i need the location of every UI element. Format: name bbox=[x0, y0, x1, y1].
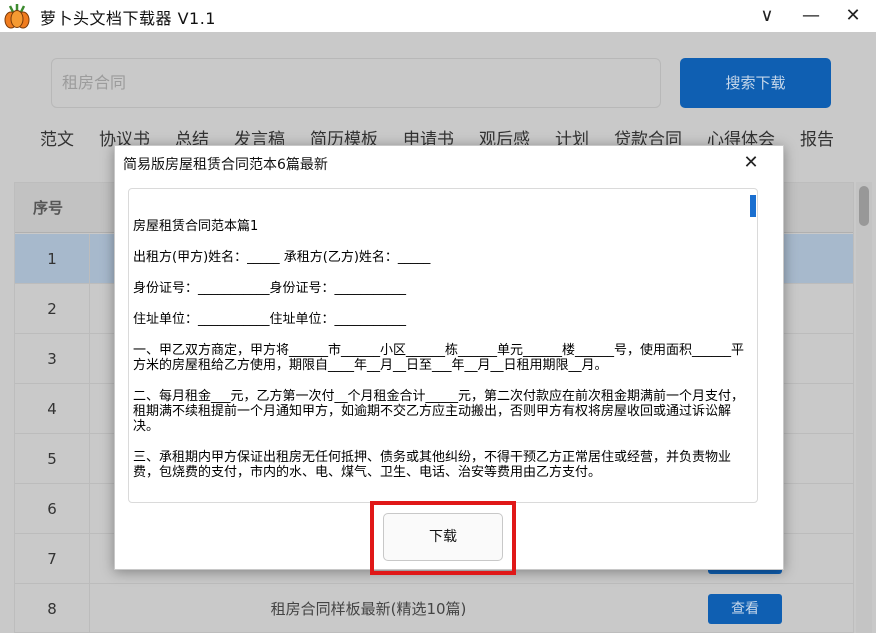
search-input[interactable]: 租房合同 bbox=[51, 58, 661, 108]
close-button[interactable]: ✕ bbox=[838, 3, 868, 29]
carrot-logo-icon bbox=[4, 4, 30, 29]
view-button[interactable]: 查看 bbox=[708, 594, 782, 624]
scrollbar-thumb[interactable] bbox=[859, 186, 869, 226]
row-number: 2 bbox=[15, 284, 90, 334]
dialog-close-button[interactable]: ✕ bbox=[737, 150, 765, 176]
search-download-button[interactable]: 搜索下载 bbox=[680, 58, 831, 108]
row-number: 1 bbox=[15, 234, 90, 284]
doc-paragraph: 三、承租期内甲方保证出租房无任何抵押、债务或其他纠纷，不得干预乙方正常居住或经营… bbox=[133, 450, 732, 480]
row-number: 5 bbox=[15, 434, 90, 484]
doc-paragraph: 一、甲乙双方商定，甲方将______市______小区______栋______… bbox=[133, 343, 745, 373]
row-number: 3 bbox=[15, 334, 90, 384]
row-title: 租房合同样板最新(精选10篇) bbox=[270, 600, 467, 618]
document-text: 房屋租赁合同范本篇1 出租方(甲方)姓名：_____ 承租方(乙方)姓名：___… bbox=[133, 219, 745, 496]
app-title: 萝卜头文档下载器 V1.1 bbox=[40, 9, 216, 28]
doc-paragraph: 住址单位：___________住址单位：___________ bbox=[133, 312, 407, 327]
header-number: 序号 bbox=[33, 199, 64, 217]
category-item[interactable]: 范文 bbox=[40, 128, 74, 152]
doc-paragraph: 房屋租赁合同范本篇1 bbox=[133, 219, 259, 234]
document-preview[interactable]: 房屋租赁合同范本篇1 出租方(甲方)姓名：_____ 承租方(乙方)姓名：___… bbox=[128, 188, 758, 503]
table-scrollbar[interactable] bbox=[856, 182, 872, 633]
row-number: 6 bbox=[15, 484, 90, 534]
doc-paragraph: 出租方(甲方)姓名：_____ 承租方(乙方)姓名：_____ bbox=[133, 250, 431, 265]
maximize-button[interactable]: — bbox=[796, 3, 826, 29]
category-item[interactable]: 报告 bbox=[800, 128, 834, 152]
doc-paragraph: 二、每月租金___元，乙方第一次付__个月租金合计_____元，第二次付款应在前… bbox=[133, 389, 745, 434]
row-number: 7 bbox=[15, 534, 90, 584]
highlight-annotation bbox=[370, 501, 516, 575]
row-number: 8 bbox=[15, 584, 90, 633]
title-bar: 萝卜头文档下载器 V1.1 ∨ — ✕ bbox=[0, 0, 876, 32]
minimize-button[interactable]: ∨ bbox=[752, 3, 782, 29]
preview-scrollbar[interactable] bbox=[750, 195, 756, 217]
table-row[interactable]: 8 租房合同样板最新(精选10篇) 查看 bbox=[15, 584, 853, 633]
dialog-title: 简易版房屋租赁合同范本6篇最新 bbox=[123, 157, 328, 173]
doc-paragraph: 身份证号：___________身份证号：___________ bbox=[133, 281, 407, 296]
row-number: 4 bbox=[15, 384, 90, 434]
